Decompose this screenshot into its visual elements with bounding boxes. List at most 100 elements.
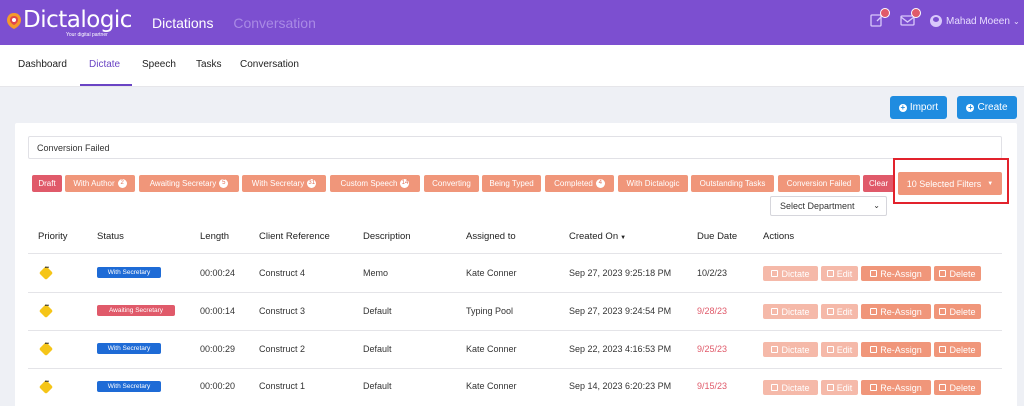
delete-button[interactable]: Delete [934,266,981,281]
tab-tasks[interactable]: Tasks [196,59,222,70]
dictate-button[interactable]: Dictate [763,304,818,319]
reassign-button[interactable]: Re-Assign [861,380,931,395]
app-logo[interactable]: Dictalogic Your digital partner [6,6,146,40]
chip-label: With Dictalogic [626,179,680,188]
reassign-icon [870,308,878,315]
department-select[interactable]: Select Department ⌄ [770,196,887,216]
plus-icon: + [966,102,975,112]
column-header-client-reference[interactable]: Client Reference [259,231,330,242]
column-header-actions: Actions [763,231,795,242]
trash-icon [939,308,947,315]
filter-chip-with-author[interactable]: With Author 2 [65,175,135,192]
top-nav: Dictations Conversation [152,15,332,31]
cell-length: 00:00:20 [200,381,236,391]
status-badge: With Secretary [97,267,161,278]
sub-nav: Dashboard Dictate Speech Tasks Conversat… [0,45,1024,87]
dictate-button[interactable]: Dictate [763,380,818,395]
edit-icon [826,308,834,315]
import-button[interactable]: + Import [890,96,947,119]
tab-dictate[interactable]: Dictate [89,59,120,70]
row-divider [28,292,1002,293]
clear-filters-button[interactable]: Clear [863,175,893,192]
dictate-button[interactable]: Dictate [763,266,818,281]
delete-button[interactable]: Delete [934,304,981,319]
column-header-status[interactable]: Status [97,231,124,242]
filter-chip-outstanding-tasks[interactable]: Outstanding Tasks [691,175,774,192]
active-tab-indicator [80,84,132,86]
user-menu[interactable]: Mahad Moeen ⌄ [930,15,1020,27]
edit-button[interactable]: Edit [821,380,858,395]
column-header-due-date[interactable]: Due Date [697,231,737,242]
filter-chip-custom-speech[interactable]: Custom Speech 14 [330,175,420,192]
department-select-value: Select Department [780,201,855,211]
cell-client-reference: Construct 3 [259,306,306,316]
cell-client-reference: Construct 2 [259,344,306,354]
column-header-created-on[interactable]: Created On ▼ [569,231,626,242]
logo-mark-icon [7,13,21,29]
search-input[interactable]: Conversion Failed [28,136,1002,159]
tab-dashboard[interactable]: Dashboard [18,59,67,70]
tab-speech[interactable]: Speech [142,59,176,70]
edit-button[interactable]: Edit [821,342,858,357]
edit-icon [826,384,834,391]
status-badge: With Secretary [97,381,161,392]
cell-description: Memo [363,268,389,278]
mail-icon[interactable] [900,8,921,28]
filter-chip-with-secretary[interactable]: With Secretary 31 [242,175,326,192]
create-button[interactable]: + Create [957,96,1017,119]
filter-chip-completed[interactable]: Completed 4 [545,175,614,192]
column-header-description[interactable]: Description [363,231,411,242]
mic-icon [771,270,779,277]
edit-icon [826,270,834,277]
chevron-down-icon: ⌄ [1012,16,1020,26]
delete-button[interactable]: Delete [934,342,981,357]
chip-label: Draft [38,179,56,188]
edit-button[interactable]: Edit [821,266,858,281]
chip-label: Awaiting Secretary [149,179,217,188]
delete-button[interactable]: Delete [934,380,981,395]
chip-label: With Secretary [251,179,305,188]
edit-button[interactable]: Edit [821,304,858,319]
chevron-down-icon: ⌄ [873,201,880,210]
chip-count: 5 [219,179,229,188]
cell-due-date: 9/15/23 [697,381,728,391]
chip-count: 2 [117,179,127,188]
filter-chip-converting[interactable]: Converting [424,175,479,192]
mail-badge [911,8,921,18]
column-header-priority[interactable]: Priority [38,231,68,242]
filter-chip-with-dictalogic[interactable]: With Dictalogic [618,175,688,192]
header-divider [28,253,1002,254]
logo-text: Dictalogic [23,7,132,33]
column-header-length[interactable]: Length [200,231,229,242]
reassign-icon [870,346,878,353]
chip-count: 31 [307,179,317,188]
chip-label: Completed [554,179,593,188]
status-badge: Awaiting Secretary [97,305,175,316]
top-nav-conversation[interactable]: Conversation [233,15,316,31]
notes-icon[interactable] [869,8,890,28]
filter-chip-being-typed[interactable]: Being Typed [482,175,541,192]
chip-label: Conversion Failed [786,179,852,188]
column-header-created-on-label: Created On [569,231,619,242]
filter-chip-conversion-failed[interactable]: Conversion Failed [778,175,860,192]
logo-tagline: Your digital partner [66,32,108,38]
plus-icon: + [898,102,907,112]
filter-chip-awaiting-secretary[interactable]: Awaiting Secretary 5 [139,175,239,192]
filter-chip-draft[interactable]: Draft [32,175,62,192]
avatar [930,15,942,27]
top-bar: Dictalogic Your digital partner Dictatio… [0,0,1024,45]
chip-label: Custom Speech [340,179,398,188]
tab-conversation[interactable]: Conversation [240,59,299,70]
reassign-button[interactable]: Re-Assign [861,266,931,281]
reassign-button[interactable]: Re-Assign [861,342,931,357]
top-nav-dictations[interactable]: Dictations [152,15,213,31]
reassign-button[interactable]: Re-Assign [861,304,931,319]
import-label: Import [909,102,939,113]
column-header-assigned-to[interactable]: Assigned to [466,231,516,242]
cell-length: 00:00:14 [200,306,236,316]
dictate-button[interactable]: Dictate [763,342,818,357]
cell-length: 00:00:24 [200,268,236,278]
cell-due-date: 9/28/23 [697,306,728,316]
cell-assigned-to: Typing Pool [466,306,514,316]
trash-icon [939,346,947,353]
